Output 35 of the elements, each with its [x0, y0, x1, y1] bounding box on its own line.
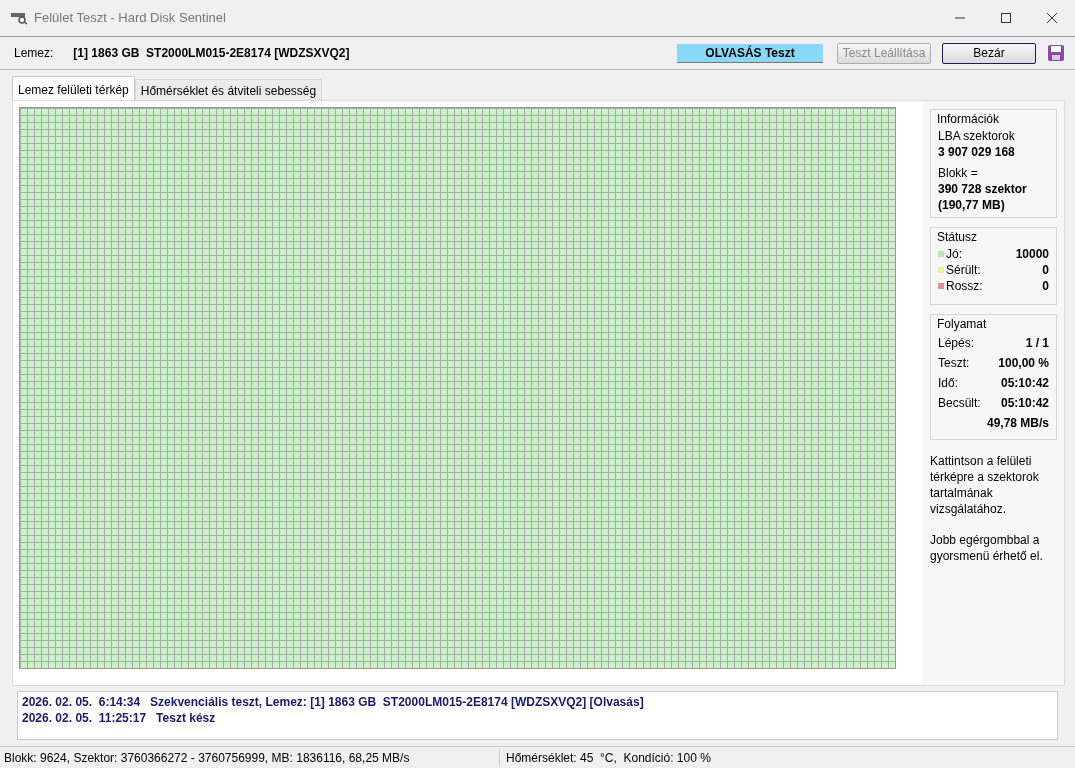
help-text: Kattintson a felületi térképre a szektorok tartalmának vizsgálatához.	[930, 453, 1040, 517]
log-entry: 2026. 02. 05. 6:14:34 Szekvenciális teszt, Lemez: [1] 1863 GB ST2000LM015-2E8174 [WDZSXVQ2] [Olvasás]	[22, 694, 645, 710]
close-button[interactable]: Bezár	[942, 42, 1036, 64]
help-text: Jobb egérgombbal a gyorsmenü érhető el.	[930, 532, 1044, 564]
info-value: 390 728 szektor	[938, 181, 1028, 197]
status-text: Blokk: 9624, Szektor: 3760366272 - 3760756999, MB: 1836116, 68,25 MB/s	[0, 748, 500, 767]
progress-label: Lépés:	[938, 335, 975, 351]
save-icon[interactable]	[1047, 44, 1065, 62]
progress-value: 49,78 MB/s	[986, 415, 1049, 431]
progress-label: Idő:	[938, 375, 958, 391]
tab[interactable]: Hőmérséklet és átviteli sebesség	[134, 79, 323, 100]
progress-value: 100,00 %	[998, 355, 1049, 371]
info-label: Blokk =	[938, 165, 979, 181]
progress-value: 1 / 1	[1025, 335, 1049, 351]
progress-label: Teszt:	[938, 355, 970, 371]
progress-label: Becsült:	[938, 395, 981, 411]
info-label: LBA szektorok	[938, 128, 1016, 144]
disk-value: [1] 1863 GB ST2000LM015-2E8174 [WDZSXVQ2]	[73, 45, 350, 62]
status-label: Sérült:	[946, 262, 981, 278]
info-value: 3 907 029 168	[938, 144, 1016, 160]
status-count: 10000	[1015, 246, 1049, 262]
status-label: Jó:	[946, 246, 962, 262]
sector-map[interactable]	[19, 107, 896, 669]
log-entry: 2026. 02. 05. 11:25:17 Teszt kész	[22, 710, 217, 726]
status-count: 0	[1042, 278, 1049, 294]
progress-value: 05:10:42	[1000, 375, 1049, 391]
info-value: (190,77 MB)	[938, 197, 1006, 213]
status-text: Hőmérséklet: 45 °C, Kondíció: 100 %	[505, 749, 711, 767]
window-title: Felület Teszt - Hard Disk Sentinel	[34, 9, 226, 28]
disk-label: Lemez:	[14, 45, 54, 62]
test-status: OLVASÁS Teszt	[677, 43, 823, 63]
progress-value: 05:10:42	[1000, 395, 1049, 411]
status-count: 0	[1042, 262, 1049, 278]
status-label: Rossz:	[946, 278, 983, 294]
tab[interactable]: Lemez felületi térkép	[12, 76, 135, 100]
